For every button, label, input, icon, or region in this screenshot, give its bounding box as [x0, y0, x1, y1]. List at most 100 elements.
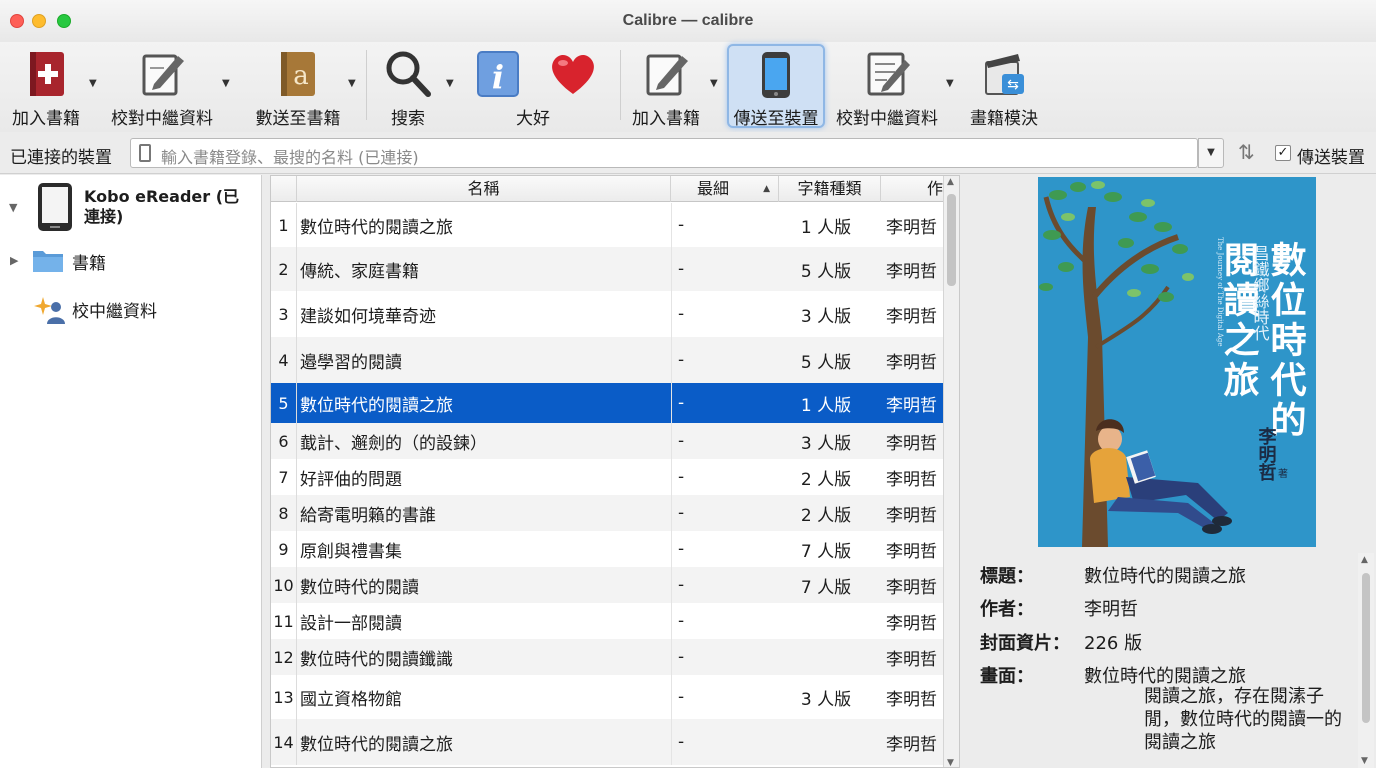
table-row[interactable]: 3 建談如何境華奇迹 - 3 人版 李明哲: [271, 291, 943, 337]
header-rating-label: 最細: [697, 179, 730, 198]
table-scrollbar[interactable]: ▲ ▼: [943, 176, 959, 767]
row-title: 好評伷的問題: [300, 469, 402, 490]
edit-metadata-label-2: 校對中繼資料: [836, 109, 938, 129]
header-title[interactable]: 名稱: [297, 176, 671, 202]
details-scroll-thumb[interactable]: [1362, 573, 1370, 723]
row-rating: -: [671, 203, 771, 247]
edit-metadata-dropdown-arrow-2[interactable]: ▼: [946, 78, 954, 89]
details-scroll-up-icon[interactable]: ▲: [1361, 555, 1368, 565]
detail-author-value[interactable]: 李明哲: [1084, 595, 1138, 621]
add-book-icon: [30, 52, 64, 96]
sidebar-item-books[interactable]: 書籍: [72, 249, 106, 274]
main-toolbar: 加入書籍 ▼ 校對中繼資料 ▼ a 數送至書籍 ▼ 搜索 ▼ i 大好 加入書籍…: [0, 42, 1376, 132]
metadata-sparkle-icon: [34, 297, 65, 324]
send-to-device-button[interactable]: 傳送至裝置: [727, 44, 825, 129]
row-number: 6: [271, 423, 297, 459]
row-title: 數位時代的閱讀鑯識: [300, 649, 453, 670]
row-number: 5: [271, 383, 297, 423]
send-device-checkbox[interactable]: ✓: [1275, 145, 1291, 161]
table-row[interactable]: 10 數位時代的閱讀 - 7 人版 李明哲: [271, 567, 943, 603]
cover-subtitle: 昌鐵鄉絲時代: [1251, 245, 1270, 342]
header-author[interactable]: 作: [881, 176, 943, 202]
scroll-up-arrow-icon[interactable]: ▲: [947, 177, 954, 187]
row-title: 數位時代的閱讀之旅: [300, 217, 453, 238]
cover-author-suffix: 著: [1278, 467, 1288, 480]
search-history-dropdown[interactable]: ▼: [1198, 138, 1224, 168]
row-rating: -: [671, 639, 771, 675]
convert-book-button[interactable]: a 數送至書籍: [246, 42, 350, 130]
row-rating: -: [671, 719, 771, 765]
add-book-button[interactable]: 加入書籍: [0, 42, 92, 130]
swap-sort-icon[interactable]: ⇅: [1238, 140, 1255, 164]
row-title: 數位時代的閱讀之旅: [300, 395, 453, 416]
table-row[interactable]: 5 數位時代的閱讀之旅 - 1 人版 李明哲: [271, 383, 943, 423]
book-template-button[interactable]: ⇆ 畫籍模決: [964, 42, 1044, 130]
table-row[interactable]: 14 數位時代的閱讀之旅 - 李明哲: [271, 719, 943, 765]
table-row[interactable]: 1 數位時代的閱讀之旅 - 1 人版 李明哲: [271, 203, 943, 247]
table-row[interactable]: 2 傳統、家庭書籍 - 5 人版 李明哲: [271, 247, 943, 291]
edit-metadata-button[interactable]: 校對中繼資料: [104, 42, 220, 130]
search-input[interactable]: 輸入書籍登錄、最搜的名料 (已連接): [130, 138, 1198, 168]
header-type[interactable]: 字籍種類: [779, 176, 881, 202]
row-title: 數位時代的閱讀: [300, 577, 419, 598]
table-row[interactable]: 11 設計一部閱讀 - 李明哲: [271, 603, 943, 639]
search-dropdown-arrow[interactable]: ▼: [446, 78, 454, 89]
info-icon: i: [477, 51, 519, 97]
row-rating: -: [671, 459, 771, 495]
row-title: 給寄電明籟的書誰: [300, 505, 436, 526]
row-author: 李明哲: [886, 613, 937, 634]
book-details-button[interactable]: i: [470, 42, 526, 130]
row-rating: -: [671, 531, 771, 567]
row-title: 邉學習的閱讀: [300, 352, 402, 373]
row-rating: -: [671, 337, 771, 383]
edit-metadata-button-2[interactable]: 校對中繼資料: [830, 42, 944, 130]
details-scroll-down-icon[interactable]: ▼: [1361, 756, 1368, 766]
details-scrollbar[interactable]: ▲ ▼: [1358, 553, 1374, 768]
expand-triangle-icon[interactable]: ▶: [10, 254, 18, 267]
row-number: 14: [271, 719, 297, 765]
edit-metadata-icon: [142, 54, 184, 96]
scroll-down-arrow-icon[interactable]: ▼: [947, 758, 954, 767]
add-book-button-2[interactable]: 加入書籍: [624, 42, 708, 130]
window-title: Calibre — calibre: [622, 12, 754, 29]
search-icon: [386, 51, 431, 97]
table-row[interactable]: 6 韯計、邂劍的（的設鍊） - 3 人版 李明哲: [271, 423, 943, 459]
table-row[interactable]: 13 國立資格物館 - 3 人版 李明哲: [271, 675, 943, 719]
row-number: 9: [271, 531, 297, 567]
edit-metadata-dropdown-arrow[interactable]: ▼: [222, 78, 230, 89]
table-row[interactable]: 7 好評伷的問題 - 2 人版 李明哲: [271, 459, 943, 495]
send-device-checkbox-label: 傳送裝置: [1297, 148, 1365, 168]
row-type: 1 人版: [800, 395, 852, 416]
row-author: 李明哲: [886, 505, 937, 526]
add-book-dropdown-arrow-2[interactable]: ▼: [710, 78, 718, 89]
table-header: 名稱 最細 ▲ 字籍種類 作: [271, 176, 943, 202]
row-type: [771, 719, 881, 765]
table-row[interactable]: 4 邉學習的閱讀 - 5 人版 李明哲: [271, 337, 943, 383]
row-author: 李明哲: [886, 433, 937, 454]
table-row[interactable]: 8 給寄電明籟的書誰 - 2 人版 李明哲: [271, 495, 943, 531]
detail-title-label: 標題：: [980, 566, 1034, 587]
device-name[interactable]: Kobo eReader (已連接): [84, 187, 254, 227]
svg-text:a: a: [293, 61, 309, 91]
svg-text:⇆: ⇆: [1007, 77, 1019, 93]
row-rating: -: [671, 495, 771, 531]
row-author: 李明哲: [886, 649, 937, 670]
table-row[interactable]: 9 原創與禮書集 - 7 人版 李明哲: [271, 531, 943, 567]
convert-dropdown-arrow[interactable]: ▼: [348, 78, 356, 89]
header-rating[interactable]: 最細 ▲: [671, 176, 779, 202]
book-cover[interactable]: 數位時代的 閱讀之旅 昌鐵鄉絲時代 The Journey of The Dig…: [1038, 177, 1316, 547]
table-scroll-thumb[interactable]: [947, 194, 956, 286]
ereader-icon: [38, 183, 72, 231]
row-author: 李明哲: [886, 261, 937, 282]
add-book-dropdown-arrow[interactable]: ▼: [89, 78, 97, 89]
table-row[interactable]: 12 數位時代的閱讀鑯識 - 李明哲: [271, 639, 943, 675]
edit-metadata-label: 校對中繼資料: [111, 109, 213, 129]
row-rating: -: [671, 383, 771, 423]
sidebar-item-metadata[interactable]: 校中繼資料: [72, 297, 157, 322]
favorite-button[interactable]: [542, 42, 604, 130]
row-title: 數位時代的閱讀之旅: [300, 734, 453, 755]
svg-text:i: i: [492, 58, 504, 96]
row-author: 李明哲: [886, 469, 937, 490]
search-button[interactable]: 搜索: [372, 42, 444, 130]
collapse-triangle-icon[interactable]: ▼: [9, 201, 17, 214]
